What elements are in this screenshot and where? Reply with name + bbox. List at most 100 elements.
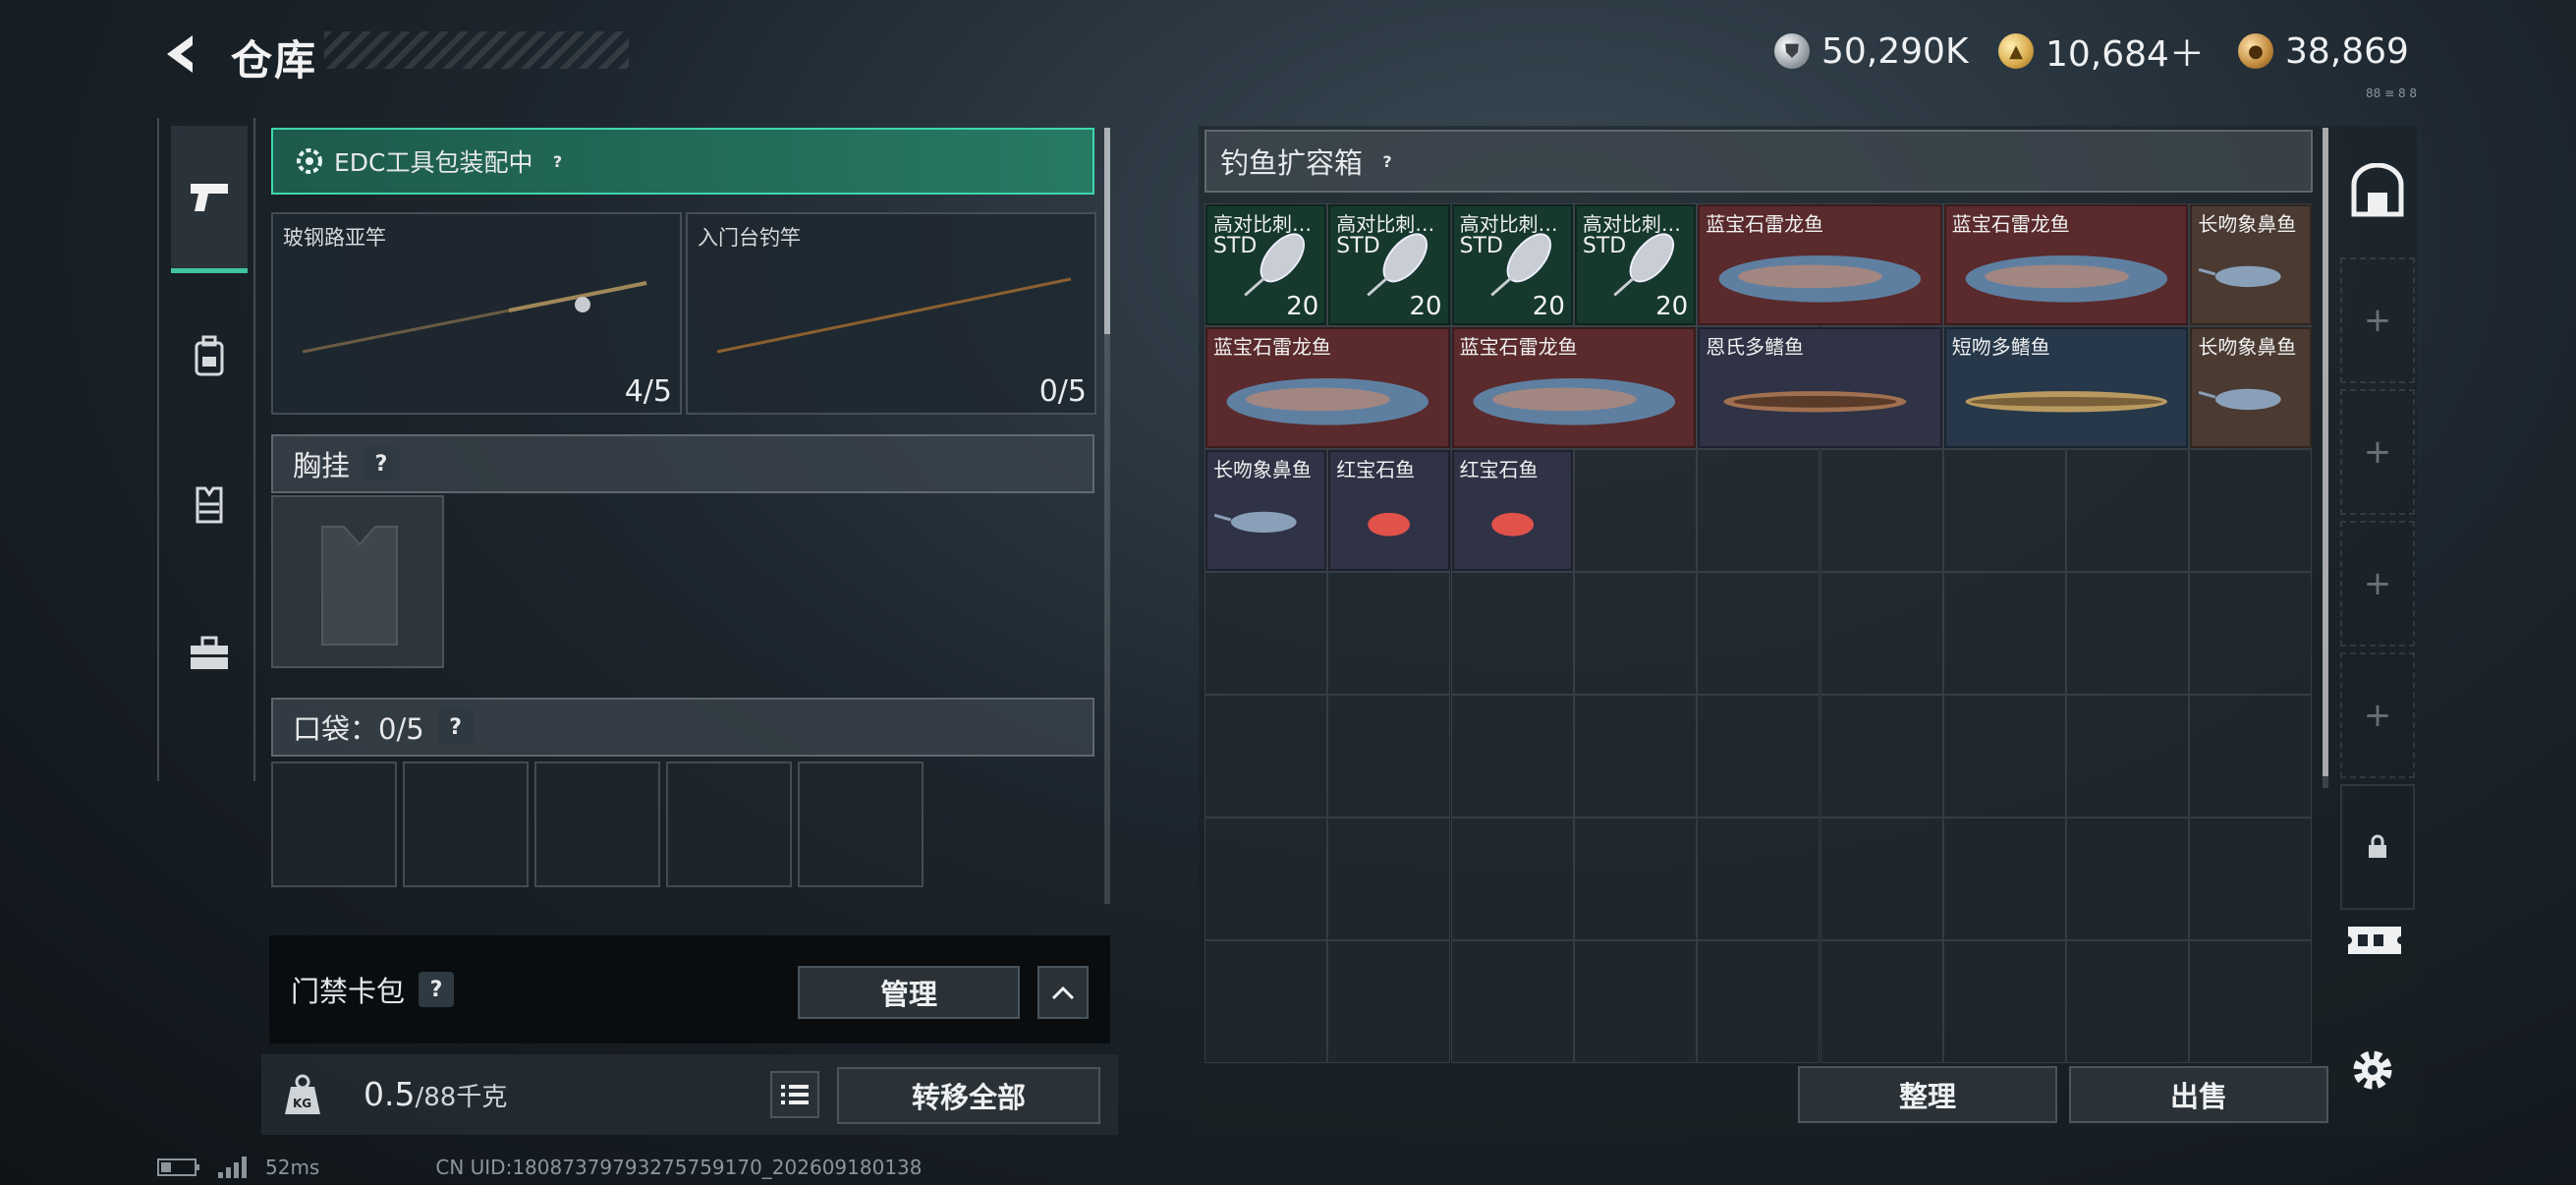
chest-rig-help-button[interactable]: ? [364, 446, 400, 481]
inventory-item[interactable]: 恩氏多鳍鱼 [1698, 327, 1942, 448]
edc-status-bar[interactable]: EDC工具包装配中 ? [271, 128, 1094, 195]
rod-count: 0/5 [1038, 374, 1087, 409]
grid-cell[interactable] [1450, 818, 1574, 940]
rail-slot-locked[interactable] [2340, 784, 2415, 910]
grid-cell[interactable] [2066, 940, 2190, 1063]
inventory-item[interactable]: 高对比刺… STD 20 [1328, 204, 1450, 325]
rod-slot-2[interactable]: 入门台钓竿 0/5 [686, 212, 1096, 415]
inventory-item[interactable]: 高对比刺… STD 20 [1205, 204, 1327, 325]
grid-cell[interactable] [2066, 695, 2190, 818]
grid-cell[interactable] [1820, 572, 1943, 695]
transfer-all-button[interactable]: 转移全部 [837, 1067, 1100, 1124]
inventory-item[interactable]: 高对比刺… STD 20 [1451, 204, 1573, 325]
pocket-help-button[interactable]: ? [437, 709, 474, 745]
ticket-icon[interactable] [2344, 919, 2405, 966]
rail-slot-2[interactable]: + [2340, 389, 2415, 515]
grid-cell[interactable] [1450, 572, 1574, 695]
item-name: 红宝石鱼 [1459, 458, 1539, 481]
grid-cell[interactable] [1204, 818, 1327, 940]
grid-cell[interactable] [1573, 695, 1697, 818]
inventory-item[interactable]: 蓝宝石雷龙鱼 [1451, 327, 1697, 448]
left-scrollbar[interactable] [1104, 128, 1110, 904]
grid-cell[interactable] [1573, 818, 1697, 940]
right-scrollbar[interactable] [2323, 128, 2328, 788]
nav-toolbox[interactable] [171, 580, 248, 727]
grid-cell[interactable] [1327, 572, 1451, 695]
pocket-slot-4[interactable] [666, 762, 792, 887]
grid-cell[interactable] [1204, 695, 1327, 818]
grid-cell[interactable] [2189, 572, 2313, 695]
grid-cell[interactable] [1573, 449, 1697, 572]
back-button[interactable] [157, 29, 206, 79]
box-help-button[interactable]: ? [1374, 148, 1400, 174]
grid-cell[interactable] [1942, 818, 2066, 940]
left-scroll-thumb[interactable] [1104, 128, 1110, 334]
inventory-item[interactable]: 高对比刺… STD 20 [1574, 204, 1697, 325]
grid-cell[interactable] [1942, 940, 2066, 1063]
nav-vest[interactable] [171, 430, 248, 578]
inventory-item[interactable]: 蓝宝石雷龙鱼 [1698, 204, 1942, 325]
sort-button[interactable]: 整理 [1798, 1066, 2057, 1123]
item-name: 恩氏多鳍鱼 [1706, 335, 1805, 359]
grid-cell[interactable] [1327, 818, 1451, 940]
inventory-item[interactable]: 短吻多鳍鱼 [1943, 327, 2189, 448]
grid-cell[interactable] [1820, 449, 1943, 572]
collapse-button[interactable] [1037, 966, 1089, 1019]
grid-cell[interactable] [1820, 940, 1943, 1063]
item-name: 高对比刺… [1459, 212, 1558, 236]
rail-slot-4[interactable]: + [2340, 652, 2415, 778]
manage-button[interactable]: 管理 [798, 966, 1020, 1019]
grid-cell[interactable] [1697, 818, 1820, 940]
grid-cell[interactable] [1820, 818, 1943, 940]
settings-gear-icon[interactable] [2348, 1045, 2397, 1099]
grid-cell[interactable] [1573, 572, 1697, 695]
edc-help-button[interactable]: ? [545, 148, 571, 174]
inventory-item[interactable]: 红宝石鱼 [1328, 450, 1450, 571]
grid-cell[interactable] [1820, 695, 1943, 818]
grid-cell[interactable] [1697, 449, 1820, 572]
inventory-item[interactable]: 长吻象鼻鱼 [2190, 327, 2312, 448]
grid-cell[interactable] [2189, 818, 2313, 940]
sell-button[interactable]: 出售 [2069, 1066, 2328, 1123]
grid-cell[interactable] [1327, 695, 1451, 818]
nav-weapon[interactable] [171, 126, 248, 273]
grid-cell[interactable] [1697, 940, 1820, 1063]
pocket-slot-5[interactable] [798, 762, 924, 887]
card-pack-help-button[interactable]: ? [419, 972, 455, 1007]
grid-cell[interactable] [2189, 695, 2313, 818]
pocket-slot-1[interactable] [271, 762, 397, 887]
grid-cell[interactable] [1450, 940, 1574, 1063]
grid-cell[interactable] [2066, 572, 2190, 695]
list-view-button[interactable] [770, 1071, 819, 1118]
rod-slot-1[interactable]: 玻钢路亚竿 4/5 [271, 212, 682, 415]
grid-cell[interactable] [2066, 818, 2190, 940]
inventory-item[interactable]: 长吻象鼻鱼 [1205, 450, 1327, 571]
vest-icon [196, 486, 223, 524]
rail-slot-3[interactable]: + [2340, 521, 2415, 647]
grid-cell[interactable] [1573, 940, 1697, 1063]
grid-cell[interactable] [1942, 449, 2066, 572]
grid-cell[interactable] [2066, 449, 2190, 572]
grid-cell[interactable] [1942, 695, 2066, 818]
inventory-item[interactable]: 长吻象鼻鱼 [2190, 204, 2312, 325]
grid-cell[interactable] [1327, 940, 1451, 1063]
grid-cell[interactable] [2189, 940, 2313, 1063]
vest-silhouette-icon [321, 526, 398, 646]
storage-icon[interactable] [2350, 162, 2405, 222]
inventory-item[interactable]: 蓝宝石雷龙鱼 [1205, 327, 1450, 448]
grid-cell[interactable] [1204, 572, 1327, 695]
grid-cell[interactable] [1697, 572, 1820, 695]
grid-cell[interactable] [1697, 695, 1820, 818]
grid-cell[interactable] [1450, 695, 1574, 818]
right-scroll-thumb[interactable] [2323, 128, 2328, 776]
inventory-item[interactable]: 红宝石鱼 [1451, 450, 1573, 571]
chest-rig-slot[interactable] [271, 495, 444, 668]
grid-cell[interactable] [2189, 449, 2313, 572]
nav-backpack[interactable] [171, 283, 248, 430]
rail-slot-1[interactable]: + [2340, 257, 2415, 383]
grid-cell[interactable] [1204, 940, 1327, 1063]
inventory-item[interactable]: 蓝宝石雷龙鱼 [1943, 204, 2189, 325]
grid-cell[interactable] [1942, 572, 2066, 695]
pocket-slot-2[interactable] [403, 762, 529, 887]
pocket-slot-3[interactable] [534, 762, 660, 887]
